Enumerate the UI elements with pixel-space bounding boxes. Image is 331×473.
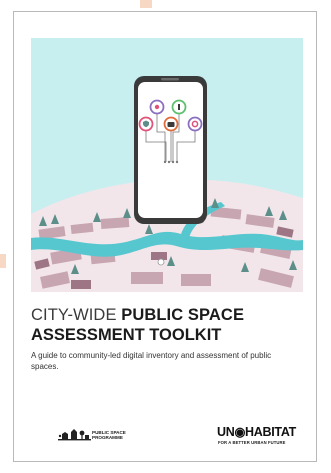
info-icon (171, 99, 187, 115)
cover-title-light: CITY-WIDE (31, 306, 117, 324)
cover-title-line1: CITY-WIDE PUBLIC SPACE (31, 306, 311, 325)
shield-icon (138, 116, 154, 132)
unhabitat-tagline: FOR A BETTER URBAN FUTURE (218, 440, 286, 445)
smartphone (134, 76, 207, 224)
ring-icon (187, 116, 203, 132)
pin-icon (149, 99, 165, 115)
cover-title-line2: ASSESSMENT TOOLKIT (31, 326, 222, 344)
cover-title-bold: PUBLIC SPACE (121, 306, 245, 324)
camera-icon (163, 116, 179, 132)
cover-subtitle: A guide to community-led digital invento… (31, 351, 272, 371)
public-space-programme-text: PUBLIC SPACE PROGRAMME (92, 430, 126, 440)
accent-mark-left (0, 254, 6, 268)
psp-line2: PROGRAMME (92, 435, 123, 440)
cover-illustration (31, 38, 303, 292)
accent-mark-top (140, 0, 152, 8)
unhabitat-logo-name: UN◉HABITAT (217, 425, 296, 439)
